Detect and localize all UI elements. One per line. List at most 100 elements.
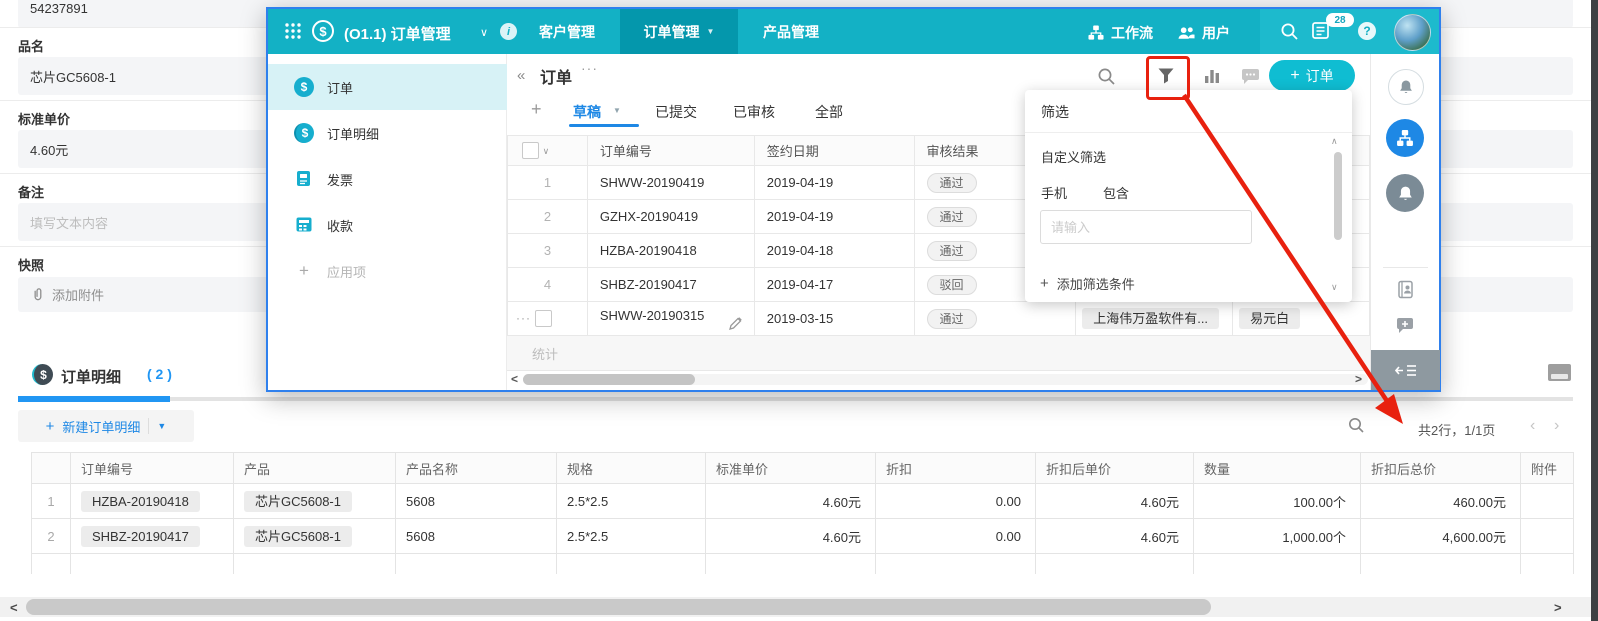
- order-no-chip[interactable]: SHBZ-20190417: [81, 525, 200, 547]
- owner-chip[interactable]: 易元白: [1239, 308, 1301, 329]
- chart-icon[interactable]: [1203, 67, 1221, 85]
- table-row[interactable]: ··· SHWW-20190315 2019-03-15 通过 上海伟万盈软件有…: [507, 301, 1370, 336]
- nav-tab-orders[interactable]: 订单管理 ▼: [620, 9, 738, 54]
- filter-value-input[interactable]: [1040, 210, 1252, 244]
- filter-scroll-up-icon[interactable]: ∧: [1331, 136, 1338, 147]
- table-hscrollbar-thumb[interactable]: [523, 374, 695, 385]
- product-chip[interactable]: 芯片GC5608-1: [244, 525, 352, 547]
- view-tab-submitted[interactable]: 已提交: [655, 102, 697, 122]
- plus-icon: +: [1290, 66, 1300, 84]
- order-detail-table: 订单编号 产品 产品名称 规格 标准单价 折扣 折扣后单价 数量 折扣后总价 附…: [31, 452, 1574, 574]
- right-edge-panel[interactable]: [1591, 0, 1598, 621]
- more-actions-icon[interactable]: ···: [581, 60, 598, 76]
- table-hscroll-right[interactable]: >: [1355, 372, 1362, 386]
- global-search-icon[interactable]: [1280, 22, 1299, 41]
- sidebar-add-item[interactable]: + 应用项: [268, 248, 507, 294]
- sidebar-item-order-details[interactable]: $ 订单明细: [268, 110, 507, 156]
- nav-tab-products[interactable]: 产品管理: [738, 9, 844, 54]
- hscroll-right-arrow[interactable]: >: [1554, 600, 1562, 615]
- dollar-glyph: $: [319, 23, 327, 39]
- user-avatar[interactable]: [1394, 14, 1431, 51]
- rail-notify-button[interactable]: [1386, 174, 1424, 212]
- view-tab-all[interactable]: 全部: [815, 102, 843, 122]
- rail-divider: [1383, 267, 1428, 268]
- sidebar-item-payments[interactable]: 收款: [268, 202, 507, 248]
- cell-order-no[interactable]: SHWW-20190419: [586, 165, 755, 200]
- page-hscrollbar-thumb[interactable]: [26, 599, 1211, 615]
- next-page-button[interactable]: ›: [1554, 417, 1559, 435]
- pagination-status: 共2行，1/1页: [1418, 423, 1496, 438]
- view-tab-draft[interactable]: 草稿: [573, 102, 601, 122]
- apps-grid-icon[interactable]: [284, 22, 302, 40]
- app-header: $ (O1.1) 订单管理 ∨ i 客户管理 订单管理 ▼ 产品管理 工作流 用户…: [268, 9, 1439, 54]
- row-actions-icon[interactable]: ···: [516, 311, 531, 325]
- comment-icon[interactable]: [1241, 68, 1260, 85]
- view-tab-approved[interactable]: 已审核: [733, 102, 775, 122]
- rail-workflow-button[interactable]: [1386, 119, 1424, 157]
- annotation-highlight-box: [1146, 56, 1190, 100]
- add-filter-condition-button[interactable]: + 添加筛选条件: [1040, 274, 1135, 293]
- col-qty: 数量: [1193, 452, 1361, 484]
- paperclip-icon: [30, 287, 45, 302]
- app-title[interactable]: (O1.1) 订单管理: [344, 23, 451, 44]
- sidebar-item-label: 收款: [327, 218, 354, 234]
- hscroll-left-arrow[interactable]: <: [10, 600, 18, 615]
- col-index: [31, 452, 71, 484]
- help-icon[interactable]: ?: [1358, 22, 1376, 40]
- filter-operator[interactable]: 包含: [1103, 183, 1129, 202]
- app-switch-chevron-icon[interactable]: ∨: [480, 26, 488, 39]
- table-row[interactable]: 2 SHBZ-20190417 芯片GC5608-1 5608 2.5*2.5 …: [31, 518, 1574, 554]
- row-checkbox[interactable]: [534, 310, 552, 328]
- select-all-checkbox[interactable]: [522, 142, 539, 160]
- tab-caret-icon[interactable]: ▼: [613, 106, 621, 115]
- product-chip[interactable]: 芯片GC5608-1: [244, 490, 352, 512]
- table-header-row: 订单编号 产品 产品名称 规格 标准单价 折扣 折扣后单价 数量 折扣后总价 附…: [31, 452, 1574, 484]
- collapse-sidebar-icon[interactable]: «: [517, 67, 525, 84]
- status-badge: 通过: [926, 206, 977, 227]
- new-order-detail-button[interactable]: + 新建订单明细 ▼: [18, 410, 194, 442]
- field-note-placeholder: 填写文本内容: [30, 215, 109, 231]
- select-menu-icon[interactable]: ∨: [543, 146, 550, 156]
- users-button[interactable]: 用户: [1178, 23, 1230, 43]
- edit-pencil-icon[interactable]: [728, 316, 742, 330]
- new-order-button[interactable]: + 订单: [1269, 60, 1355, 91]
- filter-panel: 筛选 自定义筛选 手机 包含 + 添加筛选条件 ∧ ∨: [1025, 90, 1352, 302]
- table-row[interactable]: 1 HZBA-20190418 芯片GC5608-1 5608 2.5*2.5 …: [31, 483, 1574, 519]
- rail-alert-button[interactable]: [1388, 69, 1424, 105]
- table-hscroll-left[interactable]: <: [511, 372, 518, 386]
- status-badge: 通过: [926, 240, 977, 261]
- sidebar-item-orders[interactable]: $ 订单: [268, 64, 507, 110]
- workflow-button[interactable]: 工作流: [1088, 23, 1153, 43]
- search-icon[interactable]: [1097, 67, 1116, 86]
- panel-toggle-icon[interactable]: [1548, 364, 1571, 381]
- cell-total: 4,600.00元: [1360, 518, 1521, 554]
- filter-scrollbar-thumb[interactable]: [1334, 152, 1342, 240]
- feedback-icon[interactable]: [1396, 317, 1415, 335]
- col-order-no: 订单编号: [70, 452, 234, 484]
- prev-page-button[interactable]: ‹: [1530, 417, 1535, 435]
- nav-tab-customers[interactable]: 客户管理: [514, 9, 620, 54]
- nav-tab-label: 订单管理: [643, 23, 700, 40]
- add-view-tab-button[interactable]: +: [531, 99, 542, 120]
- caret-down-icon[interactable]: ▼: [157, 421, 166, 431]
- cell-order-no[interactable]: SHWW-20190315: [586, 301, 755, 336]
- detail-search-icon[interactable]: [1348, 417, 1365, 434]
- cell-order-no[interactable]: HZBA-20190418: [586, 233, 755, 268]
- statistics-row[interactable]: 统计: [507, 335, 1370, 371]
- cell-order-no[interactable]: GZHX-20190419: [586, 199, 755, 234]
- caret-down-icon: ▼: [706, 27, 715, 36]
- order-no-chip[interactable]: HZBA-20190418: [81, 490, 200, 512]
- cell-spec: 2.5*2.5: [556, 483, 706, 519]
- contacts-book-icon[interactable]: [1396, 280, 1415, 299]
- customer-chip[interactable]: 上海伟万盈软件有...: [1082, 308, 1220, 329]
- info-glyph: i: [506, 25, 511, 38]
- filter-field-name[interactable]: 手机: [1041, 183, 1067, 202]
- sidebar-item-invoices[interactable]: 发票: [268, 156, 507, 202]
- filter-scroll-down-icon[interactable]: ∨: [1331, 282, 1338, 293]
- cell-order-no[interactable]: SHBZ-20190417: [586, 267, 755, 302]
- collapse-panel-button[interactable]: [1371, 350, 1440, 390]
- col-disc-price: 折扣后单价: [1035, 452, 1194, 484]
- filter-panel-title: 筛选: [1041, 104, 1069, 120]
- cell-attachment: [1520, 483, 1574, 519]
- order-no-text: SHWW-20190315: [599, 307, 705, 323]
